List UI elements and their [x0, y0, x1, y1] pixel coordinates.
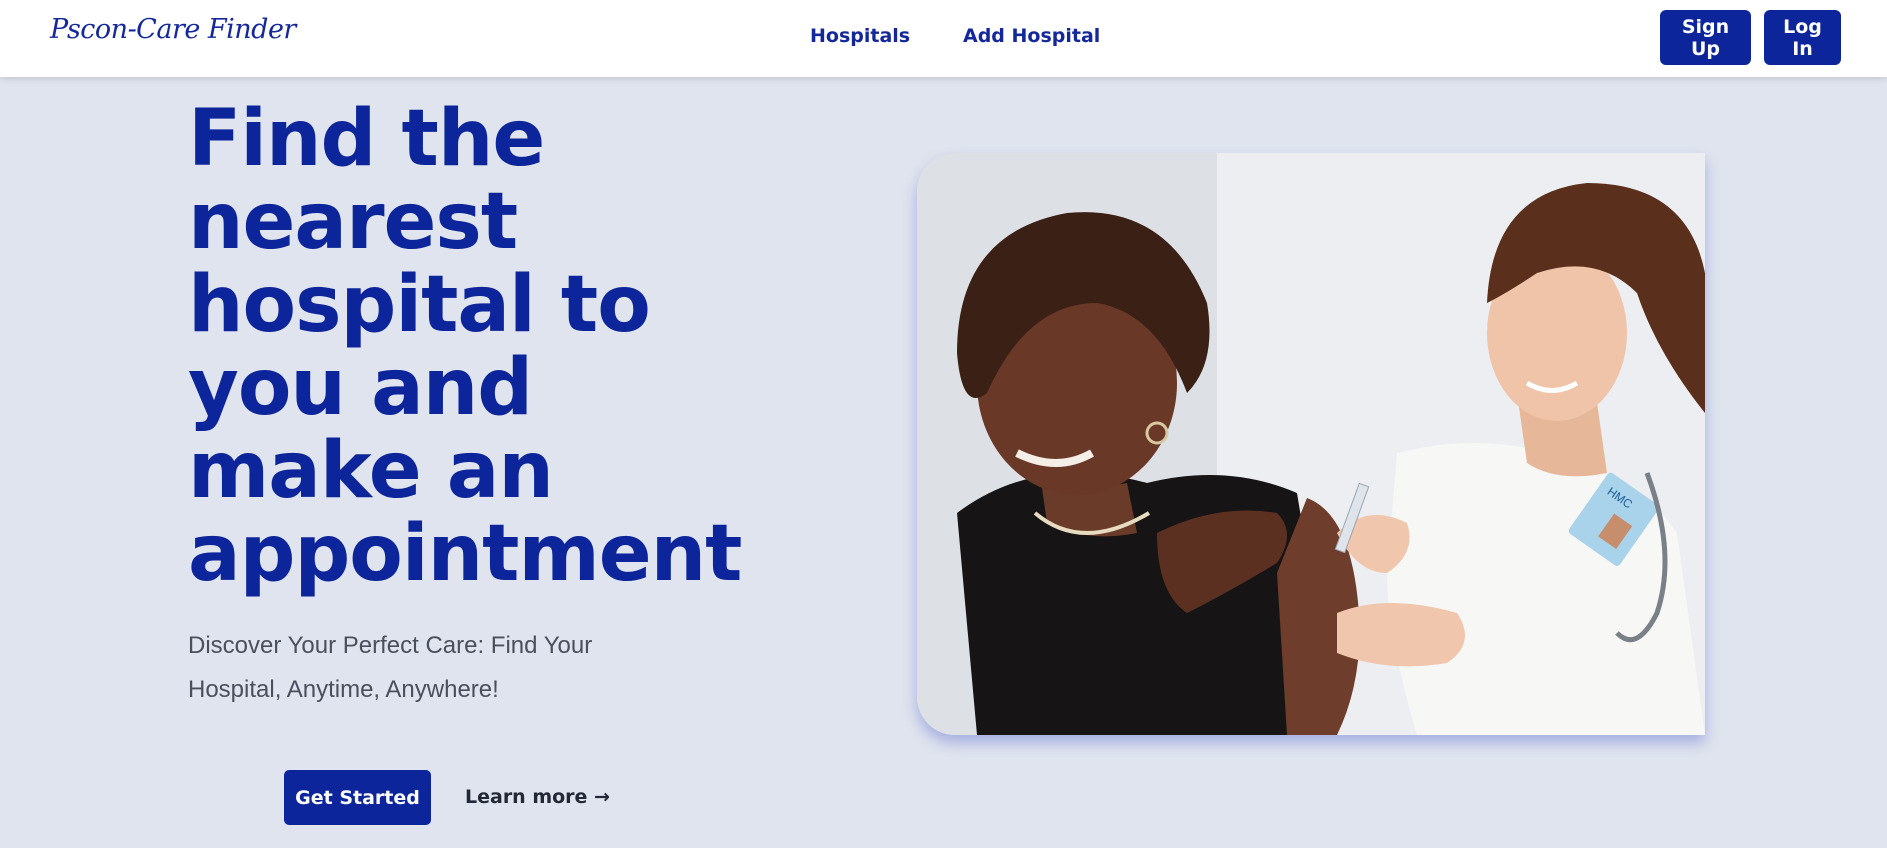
hero-subtitle: Discover Your Perfect Care: Find Your Ho…	[188, 632, 593, 703]
sign-up-button[interactable]: Sign Up	[1660, 10, 1751, 65]
logo[interactable]: Pscon-Care Finder	[50, 14, 296, 45]
hero-title: Find the nearest hospital to you and mak…	[188, 94, 742, 599]
learn-more-link[interactable]: Learn more →	[465, 786, 610, 808]
get-started-button[interactable]: Get Started	[284, 770, 431, 825]
log-in-button[interactable]: Log In	[1764, 10, 1841, 65]
vaccination-photo: HMC	[917, 153, 1705, 735]
hero-image: HMC	[917, 153, 1705, 735]
nav-link-add-hospital[interactable]: Add Hospital	[963, 25, 1100, 47]
navbar: Pscon-Care Finder Hospitals Add Hospital…	[0, 0, 1887, 77]
nav-link-hospitals[interactable]: Hospitals	[810, 25, 910, 47]
